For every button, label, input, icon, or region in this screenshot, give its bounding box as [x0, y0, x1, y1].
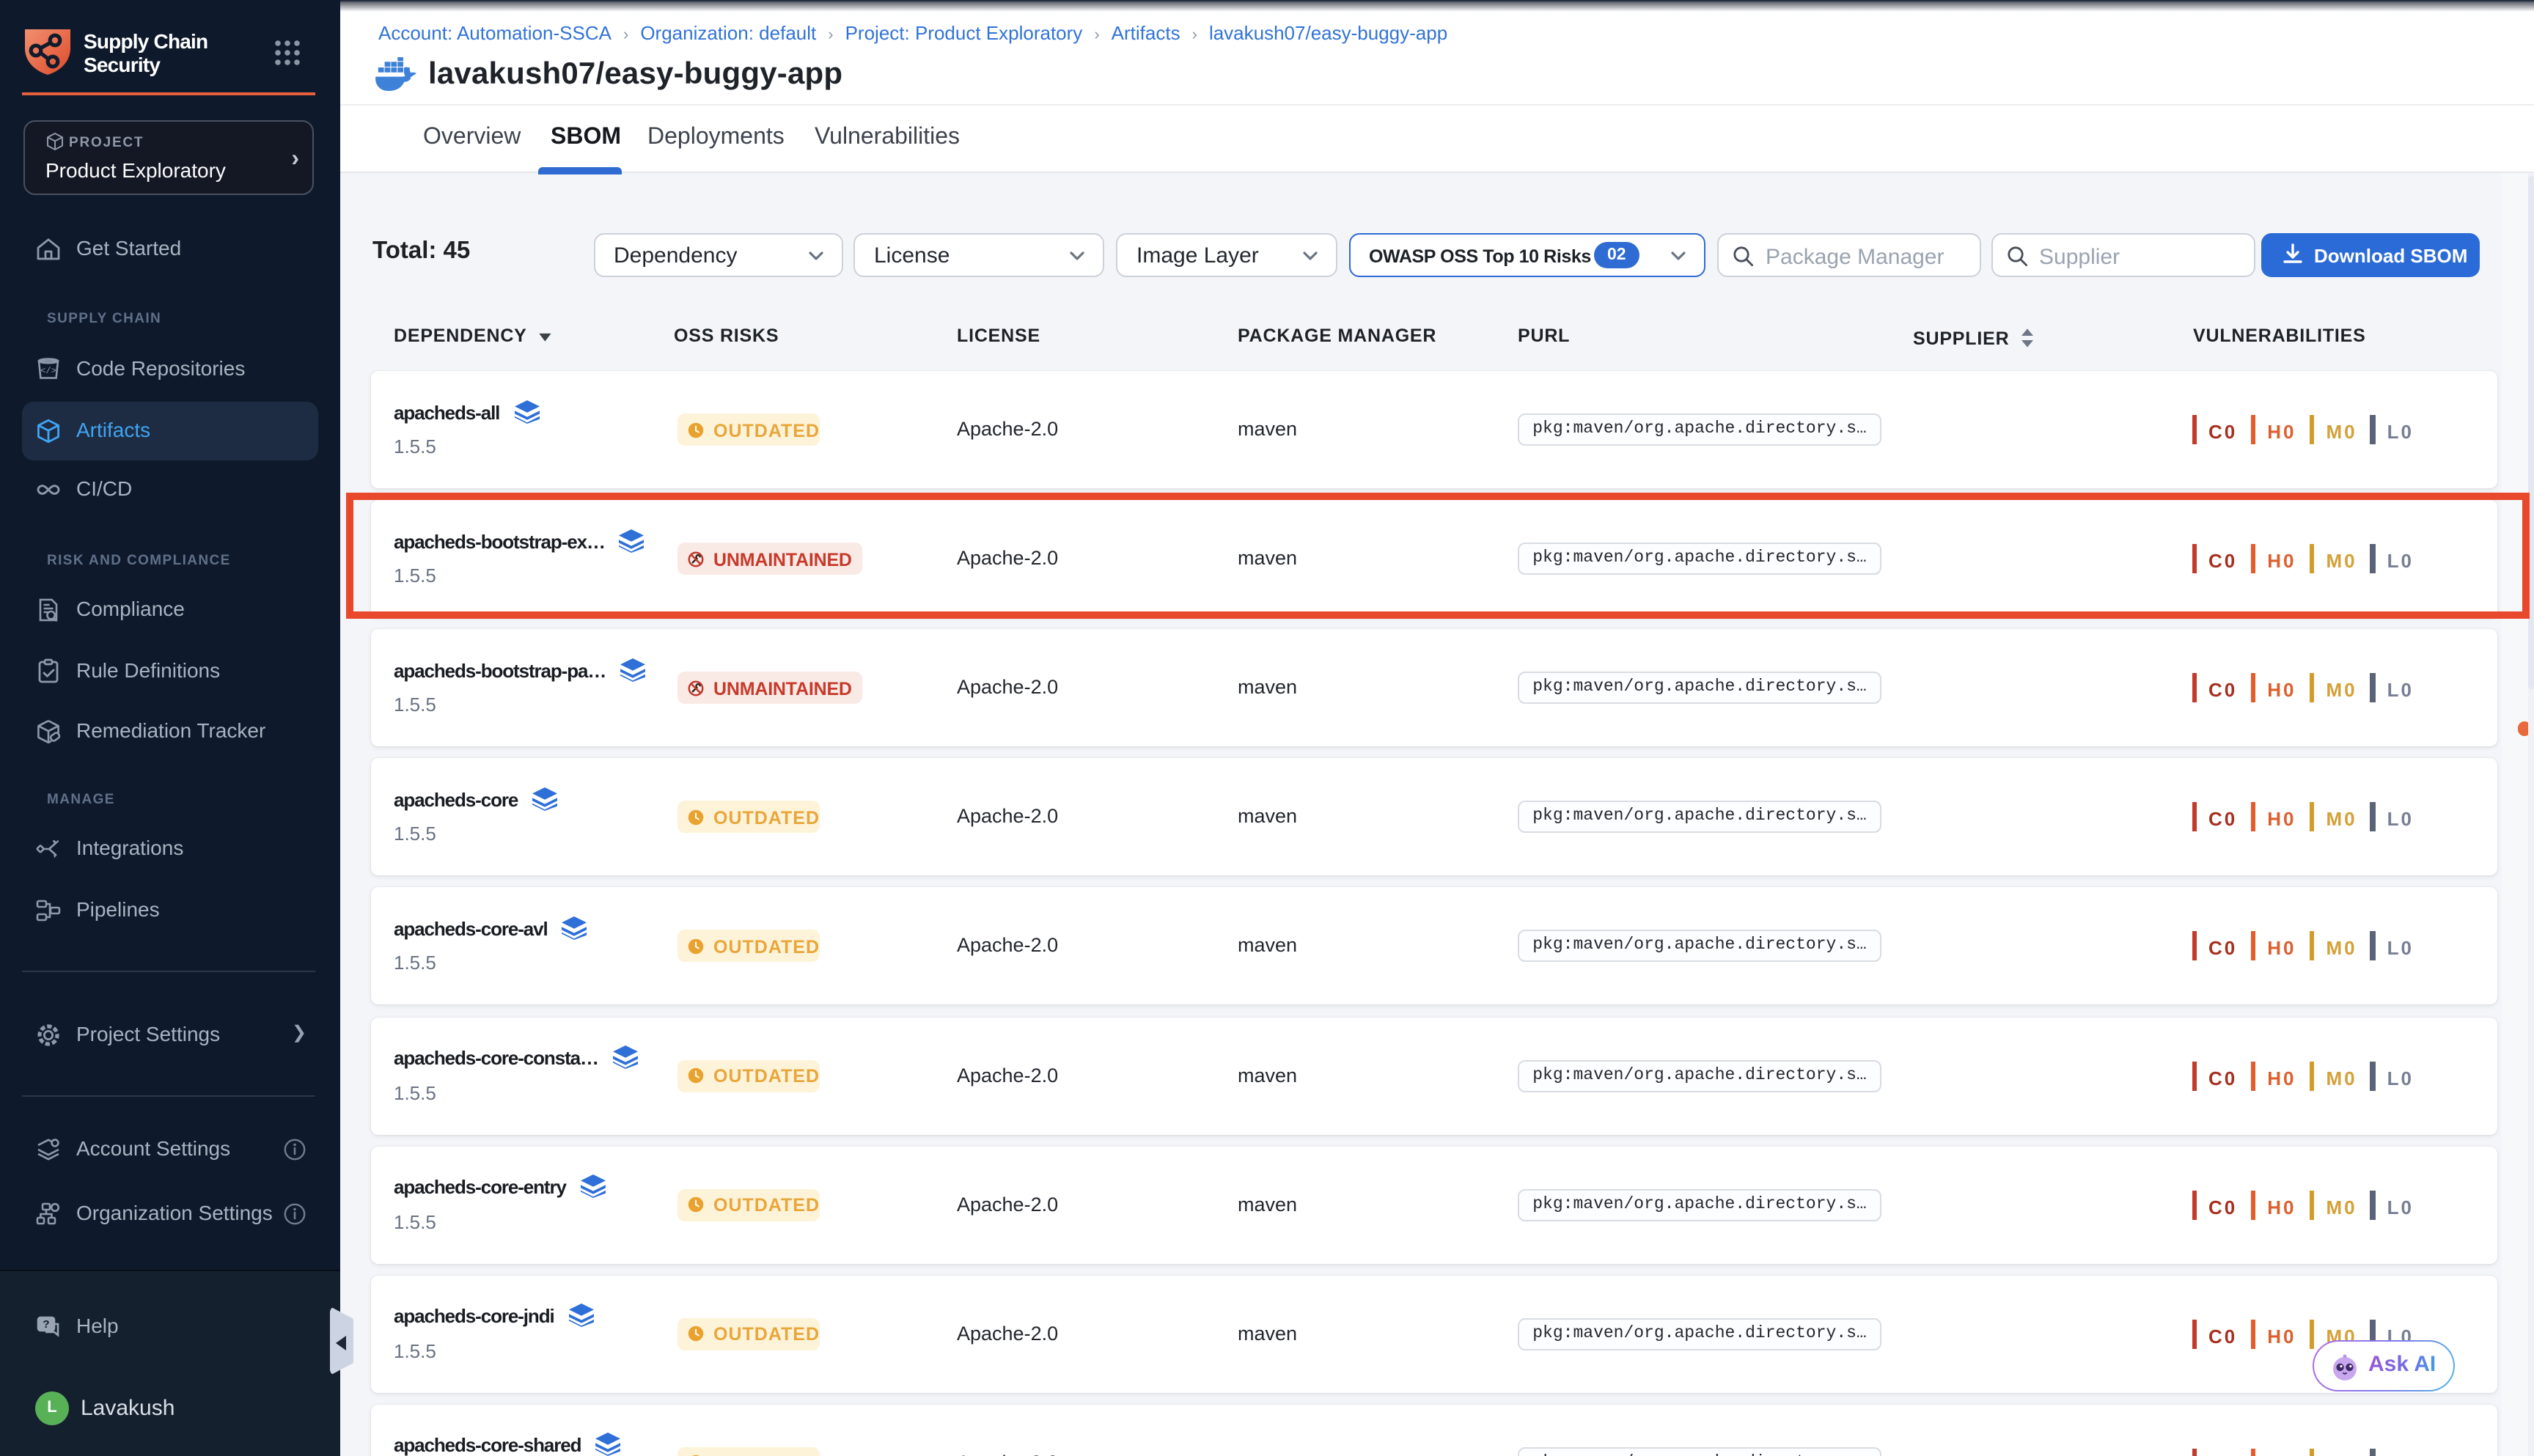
svg-text:?: ?	[43, 1317, 49, 1330]
svg-text:</>: </>	[40, 366, 56, 376]
